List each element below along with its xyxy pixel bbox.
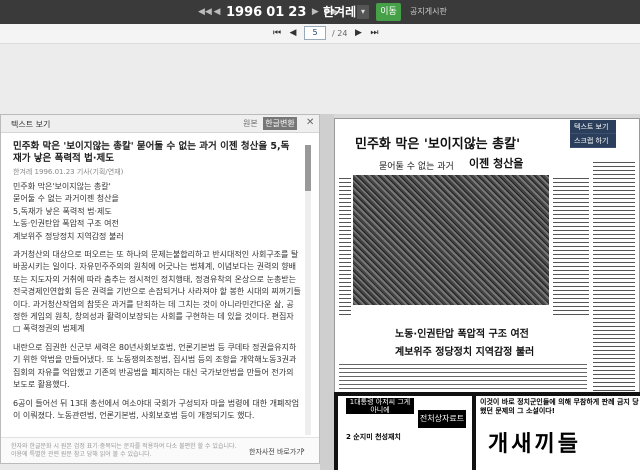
text-column xyxy=(553,175,589,315)
menu-scrap[interactable]: 스크랩 하기 xyxy=(570,134,616,148)
paper-dropdown-icon[interactable]: ▾ xyxy=(357,5,369,19)
ad-left-badge: 전처상자료트 xyxy=(418,410,466,428)
article-context-menu: 텍스트 보기 스크랩 하기 xyxy=(570,120,616,148)
panel-header: 텍스트 보기 원본 한글변환 ✕ xyxy=(1,115,319,133)
ad-left-sub: 2 순지미 천성재치 xyxy=(346,433,401,441)
newspaper-subhead-1: 묻어둘 수 없는 과거 xyxy=(379,162,454,172)
ad-left-headline: 1대통령 아저씨 그게 아니에 xyxy=(346,398,414,414)
prev-page-icon[interactable]: ◀ xyxy=(288,28,298,38)
month-value[interactable]: 01 xyxy=(266,5,284,20)
next-day-icon[interactable]: ▶ xyxy=(310,7,320,17)
total-pages: / 24 xyxy=(332,28,348,38)
newspaper-subhead-2: 이젠 청산을 xyxy=(469,157,524,170)
article-body: 민주화 막은'보이지않는 총칼' 묻어둘 수 없는 과거이젠 청산을 5,독재가… xyxy=(13,181,301,428)
article-paragraph: 민주화 막은'보이지않는 총칼' 묻어둘 수 없는 과거이젠 청산을 5,독재가… xyxy=(13,182,124,241)
chevron-right-icon[interactable]: › xyxy=(301,445,305,456)
close-icon[interactable]: ✕ xyxy=(306,117,314,128)
article-title: 민주화 막은 '보이지않는 총칼' 묻어둘 수 없는 과거 이젠 청산을 5,독… xyxy=(13,141,290,164)
ad-right-title: 개새끼들 xyxy=(488,431,581,457)
date-navigator: ◀◀ ◀ 1996 01 23 ▶ ▶▶ xyxy=(198,2,338,22)
article-meta: 한겨레 1996.01.23 기사(기획/연재) xyxy=(13,168,124,176)
newspaper-article-block[interactable]: 민주화 막은 '보이지않는 총칼' 묻어둘 수 없는 과거 이젠 청산을 노동·… xyxy=(334,118,640,396)
hangul-convert-button[interactable]: 한글변환 xyxy=(263,117,297,130)
newspaper-photo xyxy=(353,175,549,305)
text-column xyxy=(339,175,351,315)
original-text-button[interactable]: 원본 xyxy=(243,118,258,129)
top-date-bar: ◀◀ ◀ 1996 01 23 ▶ ▶▶ 한겨레 ▾ 이동 공지게시판 xyxy=(0,0,640,24)
prev-year-icon[interactable]: ◀◀ xyxy=(198,7,212,17)
year-value[interactable]: 1996 xyxy=(226,5,262,20)
text-column xyxy=(593,161,635,391)
viewer-background xyxy=(0,44,640,114)
menu-text-view[interactable]: 텍스트 보기 xyxy=(570,120,616,134)
article-paragraph: 과거청산의 대상으로 떠오르는 또 하나의 문제는불합리하고 반시대적인 사회구… xyxy=(13,250,301,334)
newspaper-headline: 민주화 막은 '보이지않는 총칼' xyxy=(355,137,521,152)
panel-footer: 한자와 한글문화 시 원본 검정 표기·중복되는 문자를 적용하여 다소 불편한… xyxy=(1,437,319,463)
hanja-dictionary-link[interactable]: 한자사전 바로가기 xyxy=(249,447,303,457)
last-page-icon[interactable]: ⏭ xyxy=(369,28,379,38)
newspaper-caption-2: 계보위주 정당정치 지역감정 불러 xyxy=(395,347,535,358)
first-page-icon[interactable]: ⏮ xyxy=(272,28,282,38)
prev-day-icon[interactable]: ◀ xyxy=(212,7,222,17)
text-view-panel: 텍스트 보기 원본 한글변환 ✕ 민주화 막은 '보이지않는 총칼' 묻어둘 수… xyxy=(0,114,320,464)
article-paragraph: 6공이 들어선 뒤 13대 총선에서 여소야대 국회가 구성되자 마을 법령에 … xyxy=(13,398,300,420)
ad-right-headline: 이것이 바로 정치군인들에 의해 무참하게 판례 금지 당했던 문제의 그 소설… xyxy=(480,398,639,415)
day-value[interactable]: 23 xyxy=(288,5,306,20)
go-button[interactable]: 이동 xyxy=(376,3,401,21)
notice-board-link[interactable]: 공지게시판 xyxy=(410,6,447,17)
footer-note: 한자와 한글문화 시 원본 검정 표기·중복되는 문자를 적용하여 다소 불편한… xyxy=(11,443,237,458)
newspaper-caption-1: 노동·인권탄압 폭압적 구조 여전 xyxy=(395,329,529,340)
panel-title: 텍스트 보기 xyxy=(11,120,51,129)
newspaper-name[interactable]: 한겨레 xyxy=(323,3,356,20)
text-column-bottom xyxy=(339,363,587,393)
next-page-icon[interactable]: ▶ xyxy=(353,28,363,38)
page-edge xyxy=(320,114,334,470)
current-page-input[interactable]: 5 xyxy=(304,26,326,40)
scrollbar-thumb[interactable] xyxy=(305,145,311,191)
page-navigator: ⏮ ◀ 5 / 24 ▶ ⏭ xyxy=(0,24,640,44)
article-paragraph: 내란으로 집권한 신군부 세력은 80년사회보호법, 언론기본법 등 쿠데타 정… xyxy=(13,342,297,390)
